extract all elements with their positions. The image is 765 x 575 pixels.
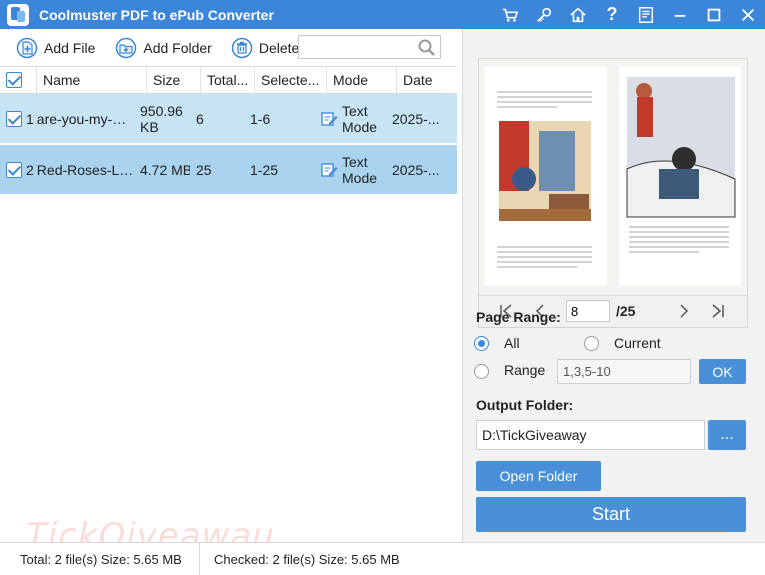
file-date: 2025-... <box>392 110 440 127</box>
table-header: Name Size Total... Selecte... Mode Date <box>0 67 457 94</box>
add-file-label: Add File <box>44 39 96 56</box>
file-table: Name Size Total... Selecte... Mode Date … <box>0 66 457 194</box>
total-pages: 6 <box>196 110 204 127</box>
mode-label: Text Mode <box>342 102 378 135</box>
next-page-icon[interactable] <box>675 302 693 320</box>
row-number: 1 <box>26 110 34 127</box>
start-button[interactable]: Start <box>476 497 746 532</box>
row-checkbox[interactable] <box>6 110 22 127</box>
ok-button[interactable]: OK <box>699 359 746 384</box>
trash-icon <box>231 37 253 58</box>
table-row[interactable]: 1 are-you-my-mot... 950.96 KB 6 1-6 Text… <box>0 94 457 143</box>
row-checkbox[interactable] <box>6 161 22 178</box>
range-current-radio[interactable] <box>584 336 599 351</box>
browse-folder-button[interactable]: ... <box>708 420 746 450</box>
file-name: Red-Roses-L0-O... <box>36 161 136 178</box>
header-selected[interactable]: Selecte... <box>255 67 327 93</box>
select-all-checkbox[interactable] <box>6 72 22 88</box>
app-logo-icon <box>7 3 29 26</box>
range-all-radio[interactable] <box>474 336 489 351</box>
add-folder-label: Add Folder <box>143 39 212 56</box>
feedback-icon[interactable] <box>629 0 663 29</box>
mode-cell[interactable]: Text Mode <box>316 145 386 194</box>
window-title: Coolmuster PDF to ePub Converter <box>39 6 274 23</box>
header-name[interactable]: Name <box>37 67 147 93</box>
close-icon[interactable] <box>731 0 765 29</box>
help-icon[interactable]: ? <box>595 0 629 29</box>
add-folder-icon <box>116 37 137 58</box>
page-number-input[interactable] <box>566 300 610 322</box>
table-row[interactable]: 2 Red-Roses-L0-O... 4.72 MB 25 1-25 Text… <box>0 145 457 194</box>
range-all-label[interactable]: All <box>504 335 520 351</box>
selected-pages: 1-6 <box>250 110 271 127</box>
add-folder-button[interactable]: Add Folder <box>115 35 212 61</box>
row-number: 2 <box>26 161 34 178</box>
toolbar: Add File Add Folder Delete <box>0 31 462 64</box>
range-custom-label[interactable]: Range <box>504 362 545 378</box>
delete-label: Delete <box>258 39 300 56</box>
key-icon[interactable] <box>527 0 561 29</box>
header-total[interactable]: Total... <box>201 67 255 93</box>
search-icon[interactable] <box>417 38 437 58</box>
header-mode[interactable]: Mode <box>327 67 397 93</box>
page-preview-image <box>479 59 747 295</box>
page-range-title: Page Range: <box>476 309 561 325</box>
status-bar: Total: 2 file(s) Size: 5.65 MB Checked: … <box>0 542 765 575</box>
open-folder-button[interactable]: Open Folder <box>476 461 601 491</box>
header-size[interactable]: Size <box>147 67 201 93</box>
output-folder-title: Output Folder: <box>476 397 574 413</box>
range-custom-radio[interactable] <box>474 364 489 379</box>
add-file-button[interactable]: Add File <box>16 35 95 61</box>
output-folder-input[interactable] <box>476 420 705 450</box>
header-date[interactable]: Date <box>397 67 453 93</box>
delete-button[interactable]: Delete <box>231 35 299 61</box>
search-box <box>298 35 441 59</box>
mode-label: Text Mode <box>342 153 378 186</box>
range-current-label[interactable]: Current <box>614 335 661 351</box>
mode-cell[interactable]: Text Mode <box>316 94 386 143</box>
add-file-icon <box>16 37 38 58</box>
last-page-icon[interactable] <box>709 302 727 320</box>
cart-icon[interactable] <box>493 0 527 29</box>
title-bar: Coolmuster PDF to ePub Converter ? <box>0 0 765 29</box>
maximize-icon[interactable] <box>697 0 731 29</box>
edit-mode-icon[interactable] <box>320 161 338 179</box>
status-checked: Checked: 2 file(s) Size: 5.65 MB <box>214 551 400 567</box>
file-size: 4.72 MB <box>140 161 190 178</box>
edit-mode-icon[interactable] <box>320 110 338 128</box>
page-total: /25 <box>616 303 636 319</box>
total-pages: 25 <box>196 161 212 178</box>
file-name: are-you-my-mot... <box>36 110 136 127</box>
file-size: 950.96 KB <box>140 102 183 135</box>
status-total: Total: 2 file(s) Size: 5.65 MB <box>0 543 200 575</box>
search-input[interactable] <box>299 36 414 58</box>
settings-panel: /25 Page Range: All Current Range OK Out… <box>463 29 765 542</box>
help-glyph: ? <box>606 4 618 24</box>
selected-pages: 1-25 <box>250 161 279 178</box>
select-all-cell <box>0 67 37 93</box>
minimize-icon[interactable] <box>663 0 697 29</box>
range-input[interactable] <box>557 359 691 384</box>
home-icon[interactable] <box>561 0 595 29</box>
pdf-preview: /25 <box>478 58 748 328</box>
file-date: 2025-... <box>392 161 440 178</box>
